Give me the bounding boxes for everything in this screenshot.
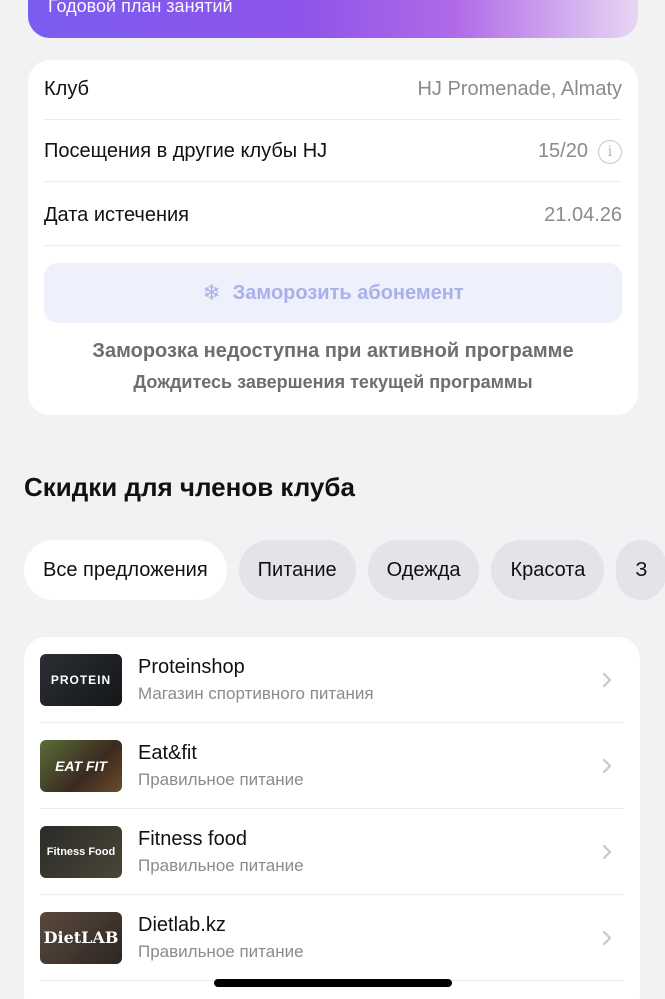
snowflake-icon: ❄ — [202, 280, 221, 305]
freeze-wait-note: Дождитесь завершения текущей программы — [133, 372, 533, 392]
item-desc: Правильное питание — [138, 855, 304, 875]
expiry-label: Дата истечения — [44, 204, 189, 226]
expiry-value: 21.04.26 — [544, 204, 622, 226]
program-banner[interactable]: Годовой план занятий — [28, 0, 638, 38]
item-name: Proteinshop — [138, 655, 245, 678]
home-indicator[interactable] — [214, 979, 452, 987]
banner-title: Годовой план занятий — [48, 0, 233, 16]
visits-row: Посещения в другие клубы HJ 15/20 i — [44, 122, 622, 182]
membership-card: Клуб HJ Promenade, Almaty Посещения в др… — [28, 60, 638, 415]
visits-label: Посещения в другие клубы HJ — [44, 140, 328, 162]
chip-clothing[interactable]: Одежда — [367, 540, 480, 600]
visits-value: 15/20 — [537, 140, 588, 162]
chip-all-offers[interactable]: Все предложения — [24, 540, 227, 600]
chip-beauty[interactable]: Красота — [491, 540, 605, 600]
freeze-button-label: Заморозить абонемент — [232, 281, 464, 304]
item-name: Eat&fit — [138, 741, 197, 764]
eatfit-logo: EAT FIT — [40, 739, 122, 792]
chevron-right-icon — [594, 839, 620, 865]
item-desc: Правильное питание — [138, 941, 304, 961]
chevron-right-icon — [594, 925, 620, 951]
list-item[interactable]: EAT FIT Eat&fit Правильное питание — [40, 723, 624, 809]
chip-next[interactable]: З — [616, 540, 665, 600]
freeze-membership-button[interactable]: ❄ Заморозить абонемент — [44, 263, 622, 323]
club-label: Клуб — [44, 78, 89, 100]
discount-list: PROTEIN Proteinshop Магазин спортивного … — [24, 637, 640, 999]
chip-food[interactable]: Питание — [238, 540, 356, 600]
category-chips: Все предложения Питание Одежда Красота З — [24, 540, 665, 600]
list-item[interactable]: DietLAB Dietlab.kz Правильное питание — [40, 895, 624, 981]
club-value: HJ Promenade, Almaty — [417, 78, 622, 100]
expiry-row: Дата истечения 21.04.26 — [44, 186, 622, 246]
dietlab-logo: DietLAB — [40, 911, 122, 964]
chevron-right-icon — [594, 753, 620, 779]
proteinshop-logo: PROTEIN — [40, 653, 122, 706]
list-item[interactable]: PROTEIN Proteinshop Магазин спортивного … — [40, 637, 624, 723]
discounts-title: Скидки для членов клуба — [24, 472, 355, 502]
item-desc: Магазин спортивного питания — [138, 683, 374, 703]
list-item[interactable]: Fitness Food Fitness food Правильное пит… — [40, 809, 624, 895]
item-desc: Правильное питание — [138, 769, 304, 789]
item-name: Fitness food — [138, 827, 247, 850]
freeze-unavailable-note: Заморозка недоступна при активной програ… — [92, 340, 574, 362]
item-name: Dietlab.kz — [138, 913, 226, 936]
info-icon[interactable]: i — [598, 139, 622, 164]
club-row: Клуб HJ Promenade, Almaty — [44, 60, 622, 120]
chevron-right-icon — [594, 667, 620, 693]
fitness-food-logo: Fitness Food — [40, 825, 122, 878]
